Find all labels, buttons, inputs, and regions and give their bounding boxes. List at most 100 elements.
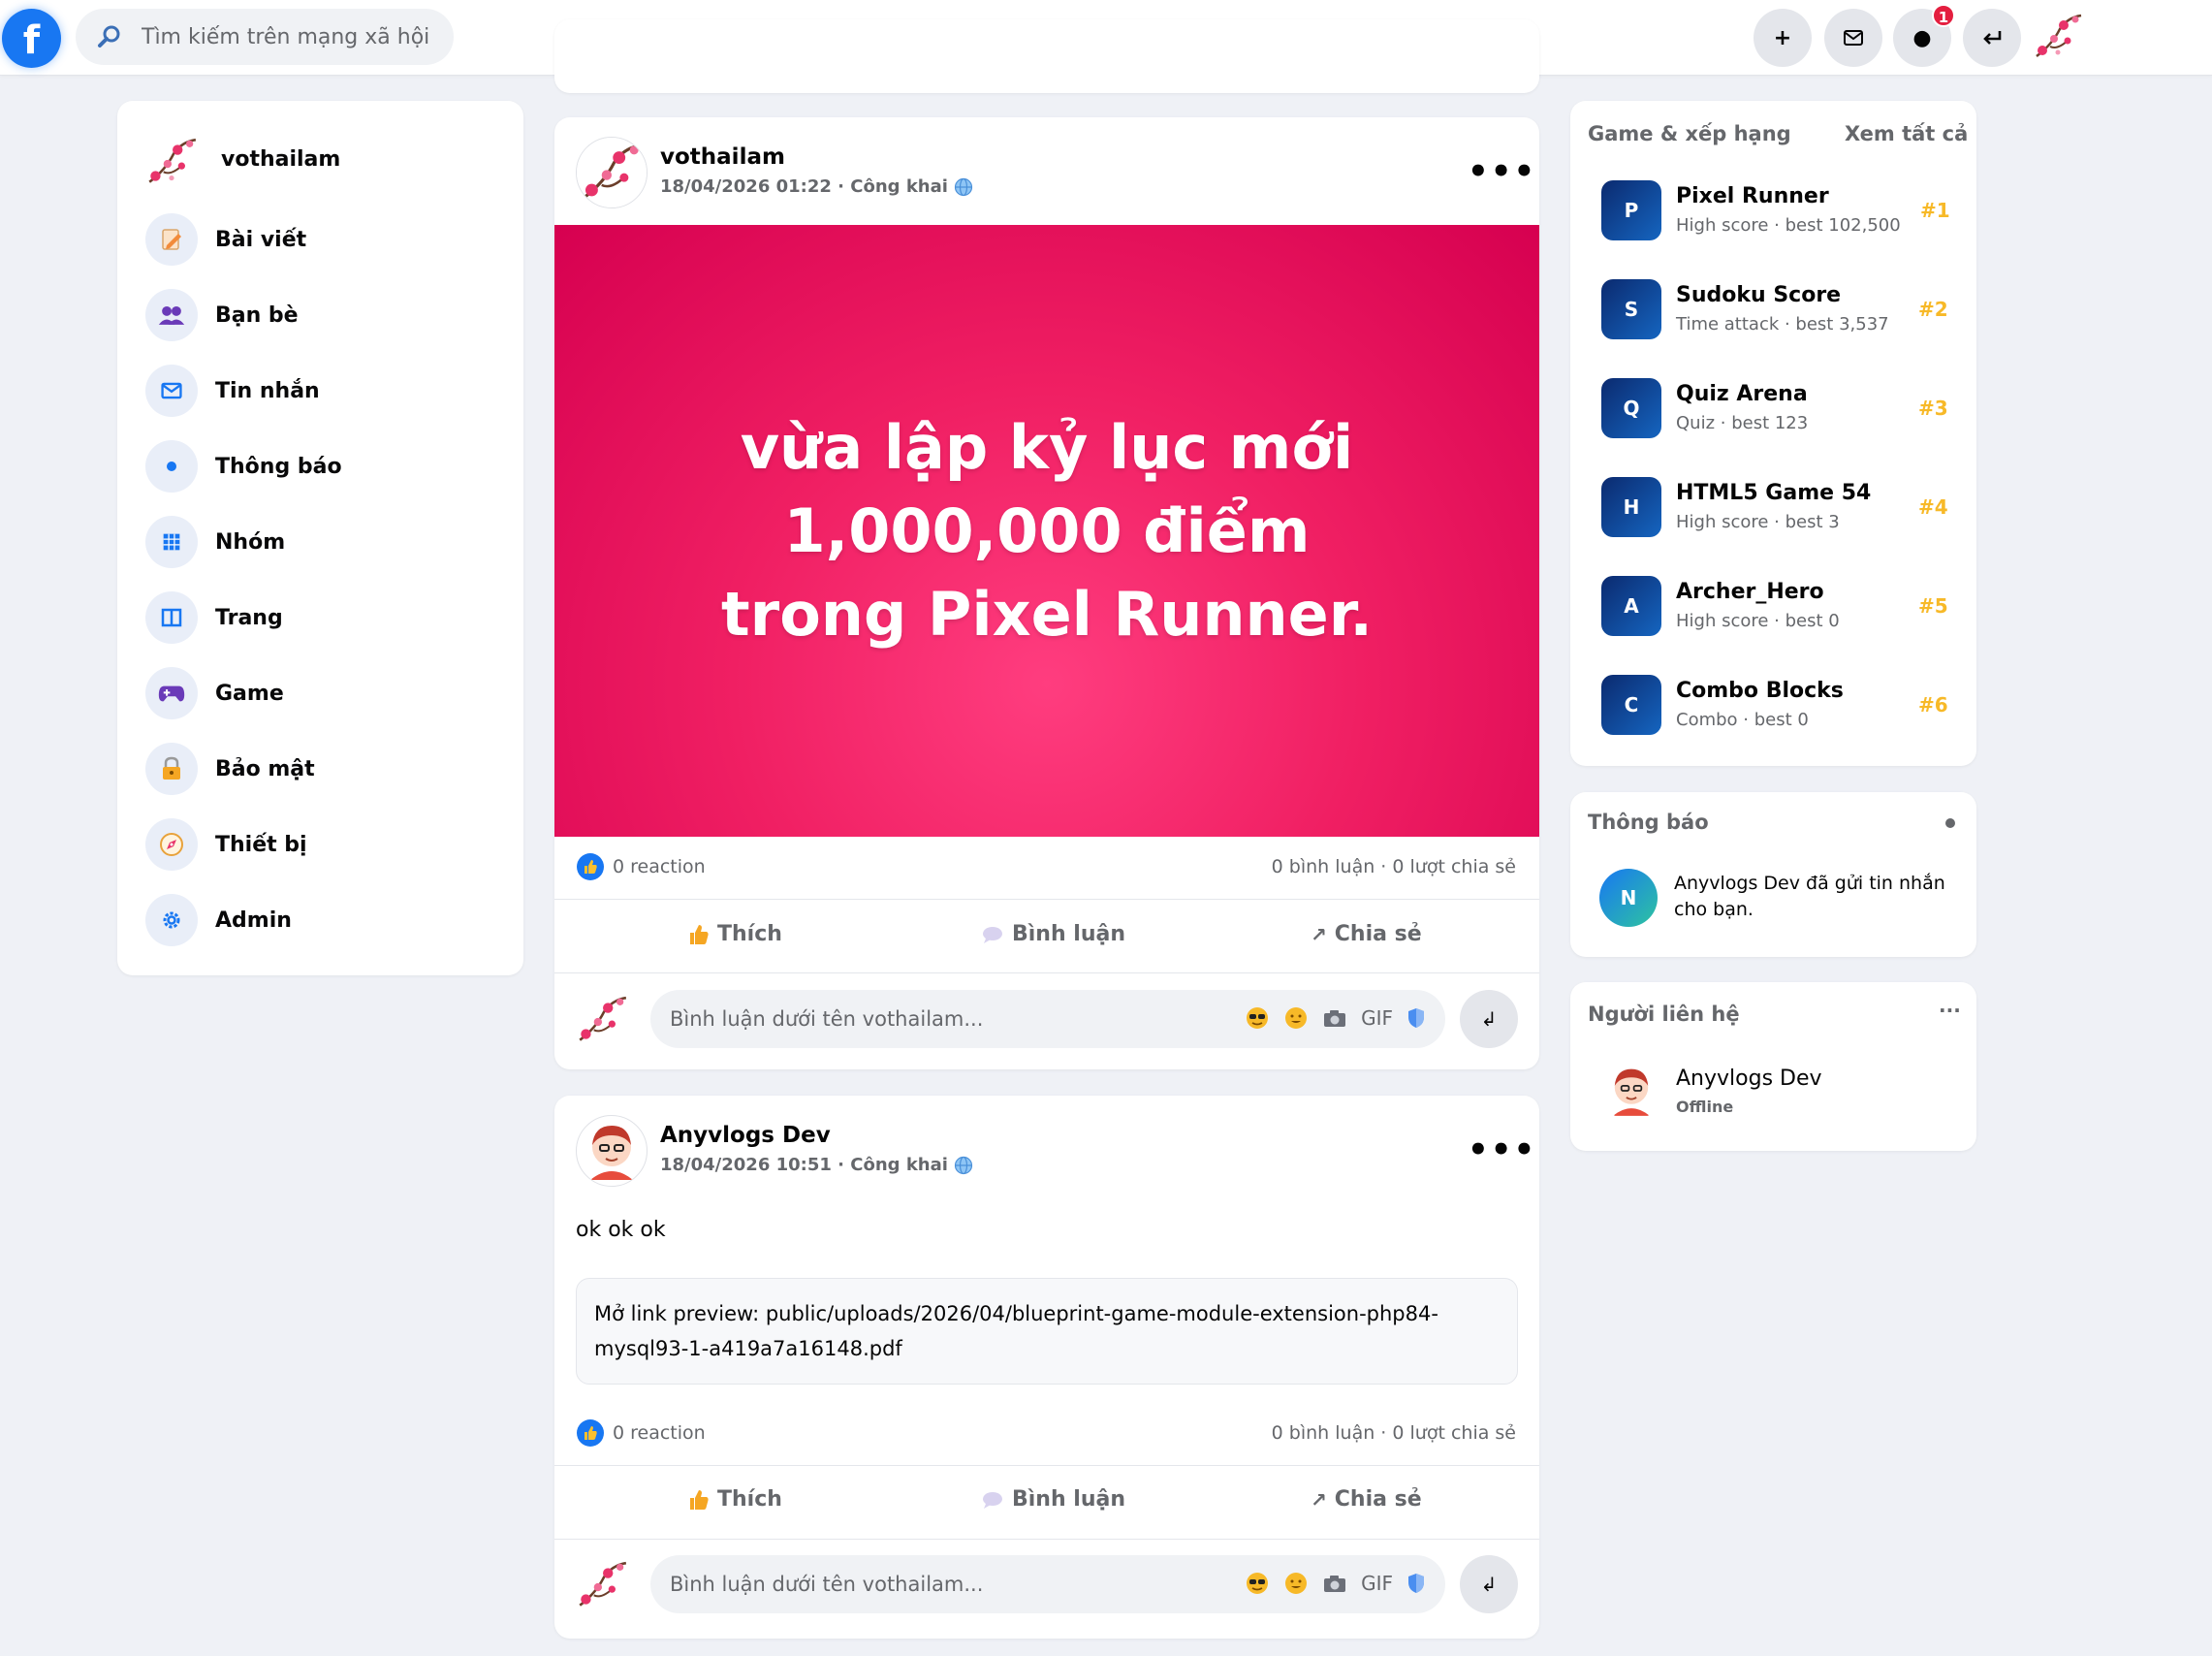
- like-label: Thích: [717, 922, 782, 946]
- game-name[interactable]: Quiz Arena: [1676, 382, 1808, 406]
- post-stats[interactable]: 0 bình luận · 0 lượt chia sẻ: [1272, 856, 1516, 877]
- banner-line: trong Pixel Runner.: [721, 578, 1373, 650]
- sidebar-item-admin[interactable]: Admin: [145, 892, 292, 948]
- globe-icon: [954, 1156, 973, 1175]
- thumbs-up-icon: [688, 923, 710, 946]
- share-arrow-icon: ↗: [1311, 922, 1327, 946]
- smile-emoji-icon[interactable]: [1283, 1005, 1309, 1031]
- see-all-games-link[interactable]: Xem tất cả: [1845, 122, 1968, 145]
- messenger-button[interactable]: [1824, 9, 1882, 67]
- link-preview[interactable]: Mở link preview: public/uploads/2026/04/…: [576, 1278, 1518, 1385]
- sidebar-item-notifications[interactable]: Thông báo: [145, 438, 342, 494]
- comment-label: Bình luận: [1012, 922, 1126, 946]
- gamepad-icon: [145, 667, 198, 719]
- shield-icon[interactable]: [1406, 1572, 1426, 1595]
- sidebar-item-games[interactable]: Game: [145, 665, 284, 721]
- reaction-summary[interactable]: 0 reaction: [576, 852, 706, 881]
- game-subtitle: High score · best 102,500: [1676, 215, 1901, 236]
- game-rank: #4: [1918, 495, 1948, 519]
- enter-arrow-icon: ↲: [1480, 1573, 1498, 1596]
- contacts-more-button[interactable]: ···: [1939, 999, 1961, 1022]
- game-subtitle: Combo · best 0: [1676, 710, 1809, 730]
- game-icon[interactable]: S: [1601, 279, 1661, 339]
- game-name[interactable]: Sudoku Score: [1676, 283, 1841, 307]
- game-name[interactable]: HTML5 Game 54: [1676, 481, 1871, 505]
- post-author-name[interactable]: vothailam: [660, 144, 785, 170]
- send-comment-button[interactable]: ↲: [1460, 1555, 1518, 1613]
- enter-arrow-icon: ↲: [1480, 1007, 1498, 1031]
- comment-button[interactable]: Bình luận: [981, 1487, 1125, 1512]
- game-icon[interactable]: Q: [1601, 378, 1661, 438]
- sidebar-item-label: Bài viết: [215, 227, 307, 252]
- sidebar-item-groups[interactable]: Nhóm: [145, 514, 285, 570]
- divider: [554, 972, 1539, 973]
- smile-emoji-icon[interactable]: [1283, 1571, 1309, 1596]
- divider: [554, 1539, 1539, 1540]
- comment-button[interactable]: Bình luận: [981, 922, 1125, 946]
- post-author-avatar[interactable]: [576, 1115, 648, 1187]
- notifications-menu-dot[interactable]: [1945, 818, 1955, 828]
- notifications-title: Thông báo: [1588, 811, 1709, 834]
- camera-icon[interactable]: [1322, 1573, 1347, 1594]
- game-name[interactable]: Combo Blocks: [1676, 679, 1844, 703]
- profile-avatar[interactable]: [2031, 10, 2085, 64]
- edit-icon: [145, 213, 198, 266]
- game-subtitle: Time attack · best 3,537: [1676, 314, 1889, 334]
- speech-bubble-icon: [981, 925, 1004, 944]
- sidebar-profile-avatar[interactable]: [143, 134, 200, 190]
- game-name[interactable]: Archer_Hero: [1676, 580, 1824, 604]
- sidebar-item-friends[interactable]: Bạn bè: [145, 287, 299, 343]
- plus-icon: +: [1773, 25, 1792, 50]
- like-button[interactable]: Thích: [688, 1487, 782, 1512]
- sidebar-item-pages[interactable]: Trang: [145, 589, 283, 646]
- game-icon[interactable]: A: [1601, 576, 1661, 636]
- sidebar-item-devices[interactable]: Thiết bị: [145, 816, 307, 873]
- camera-icon[interactable]: [1322, 1007, 1347, 1029]
- post-author-avatar[interactable]: [576, 137, 648, 208]
- comment-label: Bình luận: [1012, 1487, 1126, 1512]
- post-author-name[interactable]: Anyvlogs Dev: [660, 1123, 831, 1148]
- sidebar-item-posts[interactable]: Bài viết: [145, 211, 306, 268]
- facebook-logo[interactable]: f: [2, 9, 61, 68]
- sunglasses-emoji-icon[interactable]: [1245, 1005, 1270, 1031]
- like-label: Thích: [717, 1487, 782, 1512]
- sidebar-item-messages[interactable]: Tin nhắn: [145, 363, 320, 419]
- search-box[interactable]: [76, 9, 454, 65]
- share-button[interactable]: ↗ Chia sẻ: [1311, 1487, 1422, 1512]
- gif-button[interactable]: GIF: [1361, 1572, 1393, 1595]
- search-icon: [97, 24, 122, 49]
- dot-icon: [145, 440, 198, 493]
- post-options-button[interactable]: •••: [1468, 1131, 1536, 1169]
- game-icon[interactable]: C: [1601, 675, 1661, 735]
- gif-button[interactable]: GIF: [1361, 1006, 1393, 1030]
- reaction-count: 0 reaction: [613, 856, 706, 877]
- post-stats[interactable]: 0 bình luận · 0 lượt chia sẻ: [1272, 1422, 1516, 1444]
- shield-icon[interactable]: [1406, 1006, 1426, 1030]
- reaction-summary[interactable]: 0 reaction: [576, 1418, 706, 1448]
- game-icon[interactable]: H: [1601, 477, 1661, 537]
- sidebar-item-security[interactable]: Bảo mật: [145, 741, 315, 797]
- game-icon[interactable]: P: [1601, 180, 1661, 240]
- dot-icon: ●: [1912, 25, 1932, 50]
- game-rank: #6: [1918, 693, 1948, 717]
- game-name[interactable]: Pixel Runner: [1676, 184, 1829, 208]
- notification-text[interactable]: Anyvlogs Dev đã gửi tin nhắn cho bạn.: [1674, 871, 1955, 923]
- send-comment-button[interactable]: ↲: [1460, 990, 1518, 1048]
- like-button[interactable]: Thích: [688, 922, 782, 946]
- post-banner: vừa lập kỷ lục mới 1,000,000 điểm trong …: [554, 225, 1539, 837]
- contact-name[interactable]: Anyvlogs Dev: [1676, 1067, 1822, 1091]
- sunglasses-emoji-icon[interactable]: [1245, 1571, 1270, 1596]
- post-card: Anyvlogs Dev 18/04/2026 10:51 · Công kha…: [554, 1096, 1539, 1639]
- contact-avatar[interactable]: [1601, 1061, 1661, 1121]
- mail-icon: [1844, 30, 1863, 46]
- sidebar-profile-name[interactable]: vothailam: [221, 147, 340, 172]
- search-input[interactable]: [142, 9, 442, 65]
- share-button[interactable]: ↗ Chia sẻ: [1311, 922, 1422, 946]
- game-subtitle: High score · best 3: [1676, 512, 1840, 532]
- post-options-button[interactable]: •••: [1468, 152, 1536, 191]
- comment-input[interactable]: [670, 1555, 1213, 1613]
- game-rank: #2: [1918, 298, 1948, 321]
- comment-input[interactable]: [670, 990, 1213, 1048]
- create-button[interactable]: +: [1754, 9, 1812, 67]
- logout-button[interactable]: [1963, 9, 2021, 67]
